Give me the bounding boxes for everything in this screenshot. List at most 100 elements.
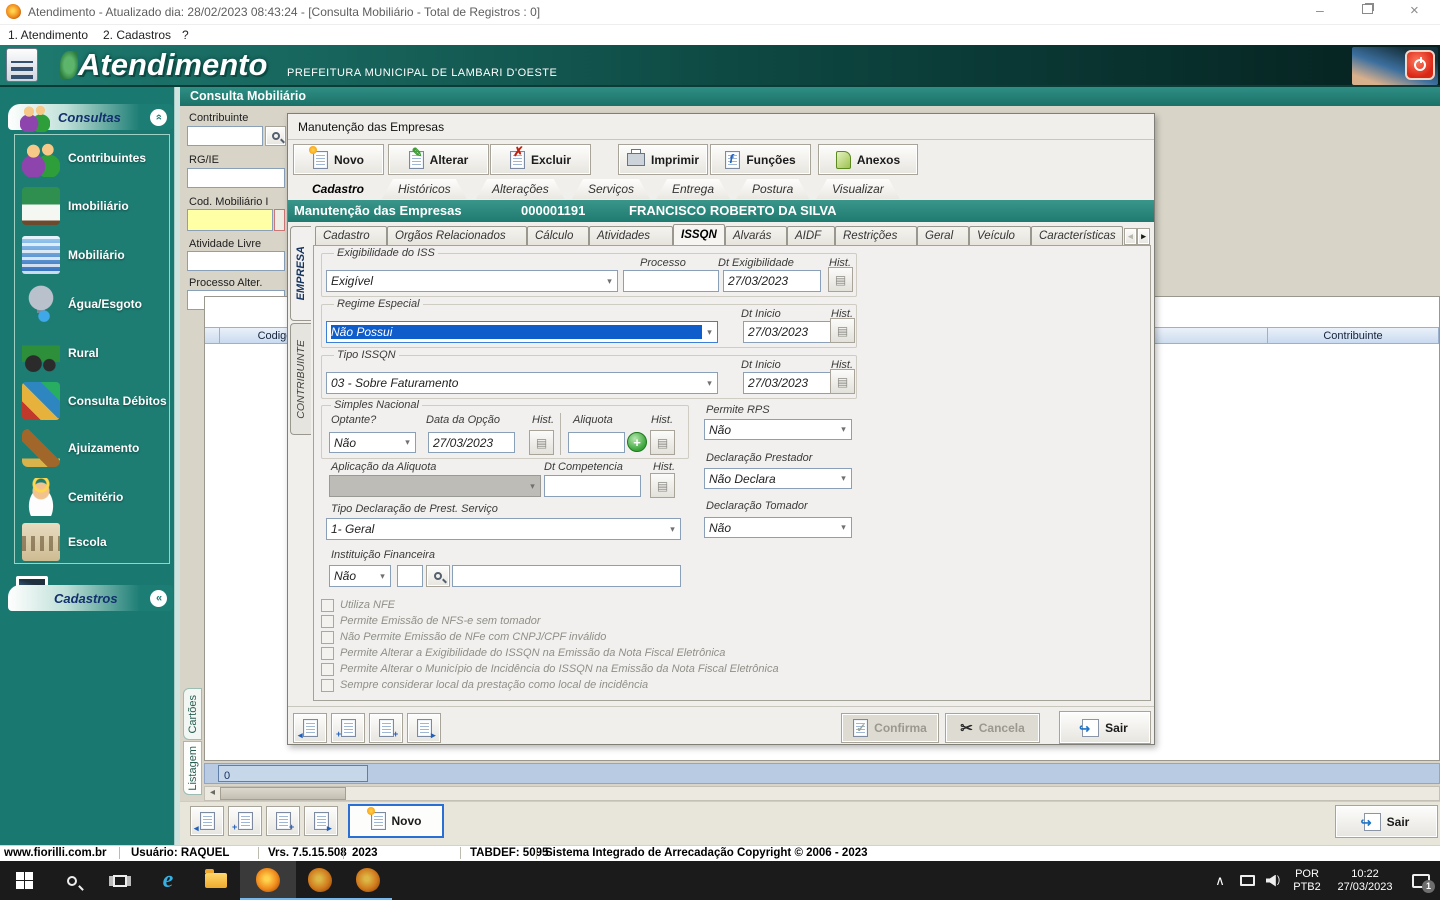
hist-button-3[interactable]: ▤ (830, 369, 855, 394)
tipo-dt-input[interactable] (743, 372, 841, 394)
sidebar-group-consultas[interactable]: Consultas » (8, 104, 173, 130)
contribuinte-search-button[interactable] (265, 126, 286, 146)
menu-help[interactable]: ? (182, 28, 189, 42)
tab-caracteristicas[interactable]: Características (1031, 226, 1123, 245)
permite-rps-combo[interactable]: Não▾ (704, 419, 852, 440)
minimize-icon[interactable]: – (1316, 2, 1324, 18)
confirma-button[interactable]: ✓Confirma (841, 713, 939, 743)
first-record-button[interactable]: ◂ (190, 806, 224, 836)
clock-indicator[interactable]: 10:22 27/03/2023 (1328, 861, 1402, 900)
toolbar-excluir-button[interactable]: ✗Excluir (490, 144, 591, 175)
tray-chevron-button[interactable]: ∧ (1206, 861, 1234, 900)
checkbox-utiliza-nfe[interactable] (321, 599, 334, 612)
tab-geral[interactable]: Geral (917, 226, 969, 245)
notification-center-button[interactable]: 1 (1402, 861, 1440, 900)
decl-tomador-combo[interactable]: Não▾ (704, 517, 852, 538)
sidebar-item-imobiliario[interactable]: Imobiliário (14, 182, 170, 230)
optante-combo[interactable]: Não▾ (329, 432, 416, 453)
tab-veiculo[interactable]: Veículo (969, 226, 1031, 245)
hist-button-6[interactable]: ▤ (650, 473, 675, 498)
dialog-first-record-button[interactable]: ◂ (293, 713, 327, 743)
last-record-button[interactable]: ▸ (304, 806, 338, 836)
atividade-livre-input[interactable] (187, 251, 285, 271)
hist-button-2[interactable]: ▤ (830, 318, 855, 343)
tab-orgaos-relacionados[interactable]: Orgãos Relacionados (387, 226, 527, 245)
tab-issqn-cadastro[interactable]: Cadastro (315, 226, 387, 245)
taskbar-search-button[interactable] (48, 861, 96, 900)
tab-alvaras[interactable]: Alvarás (725, 226, 787, 245)
sidebar-scrollbar[interactable] (174, 87, 180, 860)
main-sair-button[interactable]: ↪ Sair (1335, 805, 1438, 838)
scroll-left-arrow[interactable]: ◂ (205, 787, 220, 800)
grid-header-contribuinte[interactable]: Contribuinte (1267, 327, 1439, 344)
checkbox-nfse-sem-tomador[interactable] (321, 615, 334, 628)
volume-tray-icon[interactable]: ) (1260, 861, 1286, 900)
dialog-last-record-button[interactable]: ▸ (407, 713, 441, 743)
task-view-button[interactable] (96, 861, 144, 900)
taskbar-app3-button[interactable] (344, 861, 392, 900)
sidebar-item-consulta-debitos[interactable]: Consulta Débitos (14, 377, 170, 425)
taskbar-explorer-button[interactable] (192, 861, 240, 900)
inst-fin-name-input[interactable] (452, 565, 681, 587)
dialog-next-record-button[interactable]: + (369, 713, 403, 743)
checkbox-nfe-cnpj-invalido[interactable] (321, 631, 334, 644)
regime-dt-input[interactable] (743, 321, 841, 343)
data-opcao-input[interactable] (428, 432, 515, 453)
hist-button-5[interactable]: ▤ (650, 430, 675, 455)
chevron-down-icon[interactable]: » (150, 590, 167, 607)
tab-listagem[interactable]: Listagem (183, 741, 202, 795)
toolbar-imprimir-button[interactable]: Imprimir (618, 144, 708, 175)
tipo-issqn-combo[interactable]: 03 - Sobre Faturamento▾ (326, 372, 718, 394)
tab-aidf[interactable]: AIDF (787, 226, 835, 245)
exit-power-button[interactable] (1405, 50, 1435, 80)
tab-visualizar[interactable]: Visualizar (816, 179, 900, 199)
tab-postura[interactable]: Postura (736, 179, 809, 199)
checkbox-alterar-municipio[interactable] (321, 663, 334, 676)
tab-calculo[interactable]: Cálculo (527, 226, 589, 245)
inst-fin-combo[interactable]: Não▾ (329, 565, 391, 587)
hist-button-1[interactable]: ▤ (828, 267, 853, 292)
toolbar-novo-button[interactable]: Novo (293, 144, 384, 175)
chevron-up-icon[interactable]: » (150, 109, 167, 126)
tab-cadastro[interactable]: Cadastro (296, 179, 380, 199)
tab-alteracoes[interactable]: Alterações (476, 179, 565, 199)
tab-historicos[interactable]: Históricos (382, 179, 467, 199)
sidebar-item-ajuizamento[interactable]: Ajuizamento (14, 424, 170, 472)
processo-input[interactable] (623, 270, 719, 292)
toolbar-funcoes-button[interactable]: fFunções (710, 144, 811, 175)
sidebar-group-cadastros[interactable]: Cadastros » (8, 585, 173, 611)
regime-combo[interactable]: Não Possui▾ (326, 321, 718, 343)
taskbar-app2-button[interactable] (296, 861, 344, 900)
tab-servicos[interactable]: Serviços (572, 179, 650, 199)
exigibilidade-combo[interactable]: Exigível▾ (326, 270, 618, 292)
cancela-button[interactable]: ✂Cancela (945, 713, 1040, 743)
hist-button-4[interactable]: ▤ (529, 430, 554, 455)
dialog-sair-button[interactable]: ↪Sair (1059, 711, 1151, 744)
menu-cadastros[interactable]: 2. Cadastros (103, 28, 171, 42)
dt-exigibilidade-input[interactable] (723, 270, 821, 292)
tab-entrega[interactable]: Entrega (656, 179, 730, 199)
taskbar-ie-button[interactable]: e (144, 861, 192, 900)
dt-competencia-input[interactable] (544, 475, 641, 497)
dialog-insert-record-button[interactable]: + (331, 713, 365, 743)
tab-cartoes[interactable]: Cartões (183, 688, 202, 740)
close-icon[interactable]: × (1410, 2, 1419, 19)
start-button[interactable] (0, 861, 48, 900)
contribuinte-input[interactable] (187, 126, 263, 146)
tab-empresa[interactable]: EMPRESA (290, 226, 311, 321)
rgie-input[interactable] (187, 168, 285, 188)
toolbar-alterar-button[interactable]: ✎Alterar (388, 144, 489, 175)
sidebar-item-agua-esgoto[interactable]: Água/Esgoto (14, 280, 170, 328)
scroll-thumb[interactable] (220, 787, 346, 800)
tipo-decl-combo[interactable]: 1- Geral▾ (326, 518, 681, 540)
sidebar-item-contribuintes[interactable]: Contribuintes (14, 134, 170, 182)
insert-record-button[interactable]: + (228, 806, 262, 836)
taskbar-app1-button[interactable] (240, 861, 296, 900)
checkbox-alterar-exigibilidade[interactable] (321, 647, 334, 660)
aliquota-add-button[interactable]: + (627, 432, 647, 452)
cod-mobiliario-input[interactable] (187, 209, 273, 231)
horizontal-scrollbar[interactable]: ◂ (204, 786, 1440, 801)
restore-icon[interactable] (1362, 4, 1373, 14)
inst-fin-code-input[interactable] (397, 565, 423, 587)
sidebar-item-escola[interactable]: Escola (14, 518, 170, 566)
